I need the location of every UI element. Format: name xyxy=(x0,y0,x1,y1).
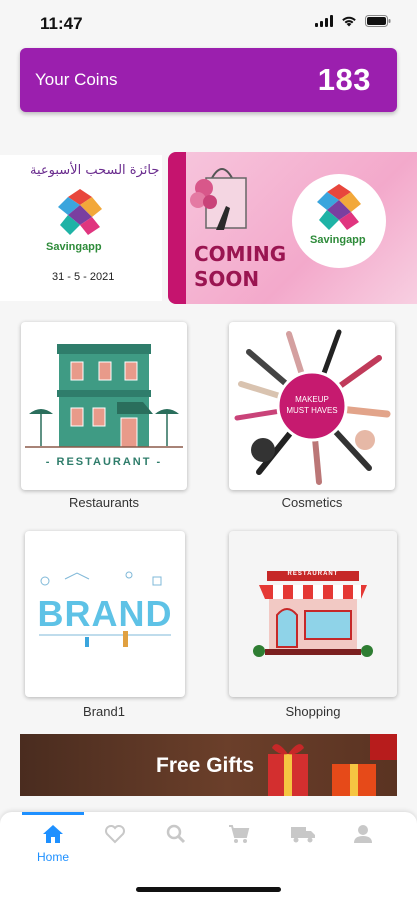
card-art-text: MAKEUP MUST HAVES xyxy=(229,394,395,416)
banner-arabic-title: جائزة السحب الأسبوعية xyxy=(30,163,160,178)
search-icon xyxy=(166,824,186,844)
category-card-cosmetics[interactable]: MAKEUP MUST HAVES xyxy=(229,322,395,490)
status-icons xyxy=(315,15,391,27)
gift-box-icon xyxy=(268,734,397,796)
category-card-restaurants[interactable]: - RESTAURANT - xyxy=(21,322,187,490)
category-label-brand1[interactable]: Brand1 xyxy=(4,704,204,719)
home-icon xyxy=(43,825,63,843)
nav-item-profile[interactable] xyxy=(332,812,394,872)
shop-illustration-icon xyxy=(253,571,373,657)
nav-label-home: Home xyxy=(36,850,69,864)
banner-carousel[interactable]: جائزة السحب الأسبوعية Savingapp 31 - 5 -… xyxy=(0,152,417,304)
nav-item-favorites[interactable] xyxy=(84,812,146,872)
active-tab-indicator xyxy=(22,812,84,815)
nav-item-search[interactable] xyxy=(146,812,208,872)
card-art-text: - RESTAURANT - xyxy=(45,456,163,468)
savingapp-logo-icon xyxy=(317,184,361,230)
home-indicator xyxy=(136,887,281,892)
card-art-text: BRAND xyxy=(37,593,173,634)
person-icon xyxy=(354,825,372,843)
category-card-brand1[interactable]: BRAND xyxy=(25,531,185,697)
coins-label: Your Coins xyxy=(35,70,118,89)
heart-icon xyxy=(105,825,125,844)
banner-date: 31 - 5 - 2021 xyxy=(52,271,115,283)
category-label-restaurants[interactable]: Restaurants xyxy=(4,495,204,510)
art-text-line1: MAKEUP xyxy=(295,395,329,404)
banner-brand: Savingapp xyxy=(310,234,366,246)
weekly-draw-banner[interactable]: جائزة السحب الأسبوعية Savingapp 31 - 5 -… xyxy=(0,155,162,301)
coming-soon-banner[interactable]: COMING SOON Savingapp xyxy=(168,152,417,304)
nav-item-home[interactable]: Home xyxy=(22,812,84,872)
shopping-bag-icon xyxy=(190,168,247,230)
free-gifts-banner[interactable]: Free Gifts xyxy=(20,734,397,796)
signal-icon xyxy=(315,15,333,27)
coins-card[interactable]: Your Coins 183 xyxy=(20,48,397,112)
coins-value: 183 xyxy=(317,62,371,97)
category-label-shopping[interactable]: Shopping xyxy=(213,704,413,719)
soon-line: SOON xyxy=(194,267,260,291)
cart-icon xyxy=(229,825,250,843)
wifi-icon xyxy=(342,16,356,27)
art-text-line2: MUST HAVES xyxy=(286,406,338,415)
nav-item-delivery[interactable] xyxy=(270,812,332,872)
banner-stripe xyxy=(168,152,186,304)
category-card-shopping[interactable]: RESTAURANT xyxy=(229,531,397,697)
status-time: 11:47 xyxy=(40,14,83,33)
coming-line: COMING xyxy=(194,242,287,266)
banner-brand: Savingapp xyxy=(46,241,102,253)
savingapp-logo-icon xyxy=(58,189,102,235)
coming-soon-text: COMING SOON xyxy=(194,242,286,292)
truck-icon xyxy=(291,827,315,843)
nav-item-cart[interactable] xyxy=(208,812,270,872)
status-bar: 11:47 xyxy=(0,0,417,44)
free-gifts-label: Free Gifts xyxy=(156,754,255,777)
battery-icon xyxy=(365,15,391,27)
card-art-text: RESTAURANT xyxy=(287,571,339,577)
category-label-cosmetics[interactable]: Cosmetics xyxy=(212,495,412,510)
logo-circle: Savingapp xyxy=(292,174,386,268)
